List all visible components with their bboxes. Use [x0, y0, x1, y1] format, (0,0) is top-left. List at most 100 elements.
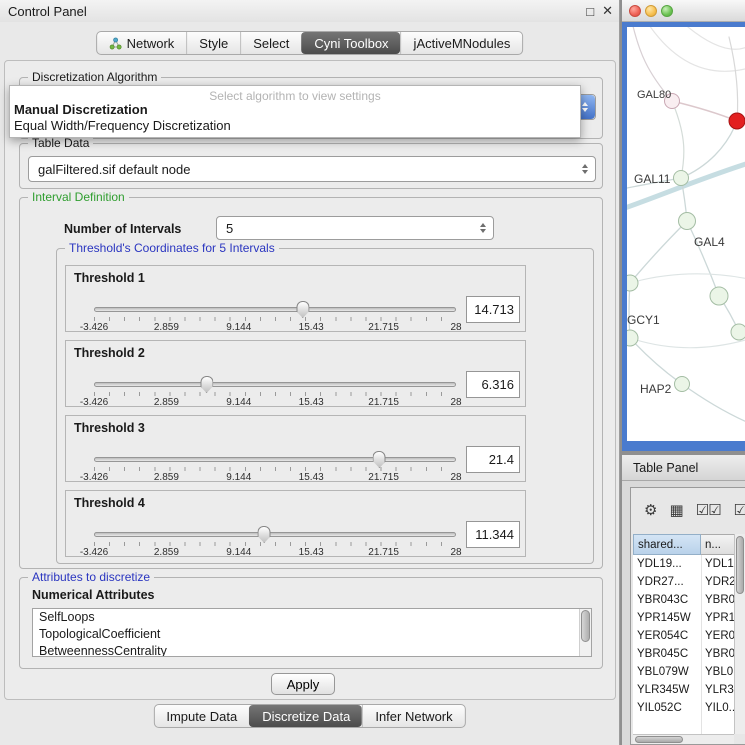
- cell-shared-name[interactable]: YER054C: [633, 627, 701, 645]
- network-node[interactable]: [710, 287, 728, 305]
- slider-thumb[interactable]: [296, 301, 309, 318]
- table-row[interactable]: YBL079WYBL0...: [633, 663, 735, 681]
- network-canvas-svg[interactable]: GAL80GAL11GAL4GCY1HAP2: [627, 27, 745, 441]
- threshold-slider[interactable]: [94, 457, 456, 462]
- threshold-slider[interactable]: [94, 382, 456, 387]
- network-node-gcy1[interactable]: [627, 330, 638, 346]
- list-item-topologicalcoefficient[interactable]: TopologicalCoefficient: [33, 626, 579, 643]
- network-edge[interactable]: [682, 27, 745, 49]
- cell-name[interactable]: YBR0...: [701, 645, 735, 663]
- slider-thumb[interactable]: [373, 451, 386, 468]
- network-edge[interactable]: [630, 338, 745, 348]
- popup-item-equal-width-frequency[interactable]: Equal Width/Frequency Discretization: [10, 118, 580, 134]
- network-node-gal4[interactable]: [679, 213, 696, 230]
- cell-shared-name[interactable]: YPR145W: [633, 609, 701, 627]
- cell-name[interactable]: YDR2...: [701, 573, 735, 591]
- gear-icon[interactable]: ⚙: [644, 501, 656, 519]
- cell-shared-name[interactable]: YLR345W: [633, 681, 701, 699]
- close-traffic-light-icon[interactable]: [629, 5, 641, 17]
- cell-shared-name[interactable]: YBR043C: [633, 591, 701, 609]
- threshold-slider[interactable]: [94, 532, 456, 537]
- axis-label: 2.859: [154, 547, 179, 558]
- tab-impute-data[interactable]: Impute Data: [154, 705, 249, 727]
- float-window-icon[interactable]: □: [586, 4, 594, 19]
- table-row[interactable]: YBR043CYBR0...: [633, 591, 735, 609]
- close-icon[interactable]: ✕: [602, 3, 613, 19]
- network-node-hap2[interactable]: [675, 377, 690, 392]
- list-item-betweennesscentrality[interactable]: BetweennessCentrality: [33, 643, 579, 656]
- network-edge[interactable]: [630, 221, 687, 283]
- tab-cyni-toolbox[interactable]: Cyni Toolbox: [301, 32, 400, 54]
- network-edge[interactable]: [687, 221, 719, 296]
- threshold-value-field[interactable]: 21.4: [466, 446, 520, 473]
- network-window-titlebar[interactable]: [622, 0, 745, 22]
- network-node[interactable]: [731, 324, 745, 340]
- horizontal-scrollbar-thumb[interactable]: [635, 736, 683, 743]
- table-row[interactable]: YER054CYER0...: [633, 627, 735, 645]
- axis-label: 9.144: [226, 322, 251, 333]
- popup-item-manual-discretization[interactable]: Manual Discretization: [10, 102, 580, 118]
- table-row[interactable]: YLR345WYLR3...: [633, 681, 735, 699]
- threshold-value-field[interactable]: 6.316: [466, 371, 520, 398]
- zoom-traffic-light-icon[interactable]: [661, 5, 673, 17]
- threshold-value-field[interactable]: 11.344: [466, 521, 520, 548]
- numerical-attributes-list[interactable]: SelfLoopsTopologicalCoefficientBetweenne…: [32, 608, 592, 657]
- table-row[interactable]: YIL052CYIL0...: [633, 699, 735, 717]
- cell-shared-name[interactable]: YBR045C: [633, 645, 701, 663]
- cell-name[interactable]: YDL1...: [701, 555, 735, 573]
- threshold-slider[interactable]: [94, 307, 456, 312]
- number-of-intervals-select[interactable]: 5: [216, 216, 494, 240]
- table-row[interactable]: YPR145WYPR1...: [633, 609, 735, 627]
- tab-style[interactable]: Style: [186, 32, 240, 54]
- table-row[interactable]: YBR045CYBR0...: [633, 645, 735, 663]
- cell-name[interactable]: YBR0...: [701, 591, 735, 609]
- network-node-gal11[interactable]: [674, 171, 689, 186]
- table-row[interactable]: YDL19...YDL1...: [633, 555, 735, 573]
- list-scrollbar-thumb[interactable]: [581, 610, 590, 642]
- tab-network[interactable]: Network: [97, 32, 187, 54]
- axis-label: 15.43: [299, 397, 324, 408]
- cell-shared-name[interactable]: YIL052C: [633, 699, 701, 717]
- cell-name[interactable]: YER0...: [701, 627, 735, 645]
- network-edge[interactable]: [682, 384, 745, 423]
- list-item-selfloops[interactable]: SelfLoops: [33, 609, 579, 626]
- cell-name[interactable]: YBL0...: [701, 663, 735, 681]
- show-columns-icon[interactable]: ☑☑: [696, 501, 721, 519]
- tab-infer-network[interactable]: Infer Network: [362, 705, 464, 727]
- columns-icon[interactable]: ▦: [669, 501, 682, 519]
- cell-shared-name[interactable]: YDR27...: [633, 573, 701, 591]
- minimize-traffic-light-icon[interactable]: [645, 5, 657, 17]
- slider-thumb[interactable]: [200, 376, 213, 393]
- network-edge[interactable]: [672, 101, 737, 121]
- threshold-value-field[interactable]: 14.713: [466, 296, 520, 323]
- network-edge[interactable]: [672, 101, 684, 178]
- cell-name[interactable]: YIL0...: [701, 699, 735, 717]
- table-vertical-scrollbar[interactable]: [734, 534, 745, 734]
- cell-shared-name[interactable]: YDL19...: [633, 555, 701, 573]
- network-edge[interactable]: [627, 163, 745, 209]
- table-horizontal-scrollbar[interactable]: [633, 734, 734, 744]
- tab-label: jActiveMNodules: [414, 36, 511, 51]
- table-toolbar: ⚙▦☑☑☑: [631, 488, 745, 532]
- network-node-selected[interactable]: [729, 113, 745, 129]
- list-scrollbar[interactable]: [579, 609, 591, 656]
- column-header-shared-name[interactable]: shared...: [633, 534, 701, 555]
- table-data-select[interactable]: galFiltered.sif default node: [28, 156, 596, 182]
- tab-select[interactable]: Select: [240, 32, 301, 54]
- cell-name[interactable]: YLR3...: [701, 681, 735, 699]
- vertical-scrollbar-thumb[interactable]: [736, 536, 744, 594]
- tab-discretize-data[interactable]: Discretize Data: [249, 705, 362, 727]
- network-canvas[interactable]: GAL80GAL11GAL4GCY1HAP2: [627, 27, 745, 441]
- cell-shared-name[interactable]: YBL079W: [633, 663, 701, 681]
- network-edge[interactable]: [630, 274, 745, 283]
- tab-jactivemnodules[interactable]: jActiveMNodules: [401, 32, 523, 54]
- group-title-table-data: Table Data: [28, 136, 93, 150]
- network-node[interactable]: [627, 275, 638, 291]
- apply-button[interactable]: Apply: [271, 673, 335, 695]
- column-header-name[interactable]: n...: [701, 534, 735, 555]
- table-row[interactable]: YDR27...YDR2...: [633, 573, 735, 591]
- cell-name[interactable]: YPR1...: [701, 609, 735, 627]
- edit-column-icon[interactable]: ☑: [734, 501, 745, 519]
- axis-label: 9.144: [226, 397, 251, 408]
- slider-thumb[interactable]: [258, 526, 271, 543]
